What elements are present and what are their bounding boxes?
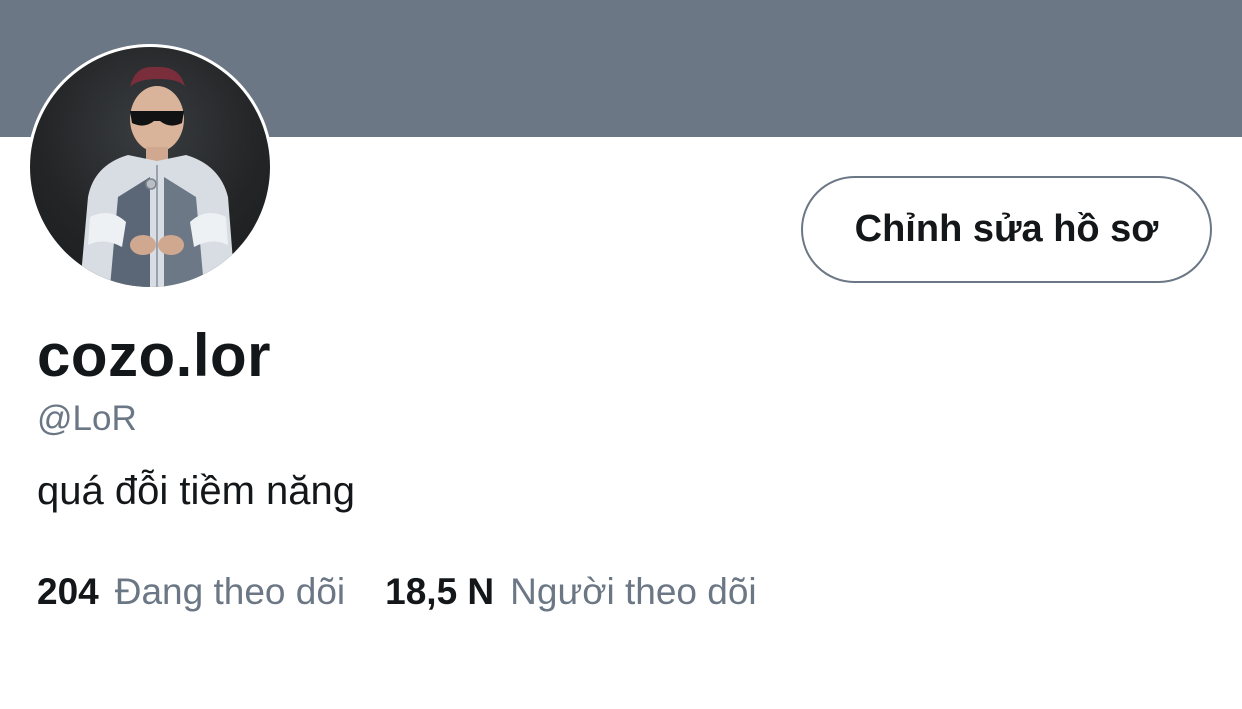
- avatar-photo: [30, 47, 270, 287]
- profile-page: Chỉnh sửa hồ sơ cozo.lor @LoR quá đỗi ti…: [0, 0, 1242, 709]
- username-handle: @LoR: [37, 399, 137, 438]
- edit-profile-button[interactable]: Chỉnh sửa hồ sơ: [801, 176, 1212, 283]
- followers-count: 18,5 N: [385, 571, 495, 612]
- following-label: Đang theo dõi: [114, 571, 346, 612]
- display-name: cozo.lor: [37, 322, 272, 389]
- following-count: 204: [37, 571, 99, 612]
- profile-bio: quá đỗi tiềm năng: [37, 469, 356, 513]
- follow-stats: 204 Đang theo dõi 18,5 N Người theo dõi: [37, 569, 757, 615]
- following-stat[interactable]: 204 Đang theo dõi: [37, 569, 345, 615]
- profile-avatar[interactable]: [27, 44, 273, 290]
- followers-stat[interactable]: 18,5 N Người theo dõi: [385, 569, 757, 615]
- followers-label: Người theo dõi: [510, 571, 757, 612]
